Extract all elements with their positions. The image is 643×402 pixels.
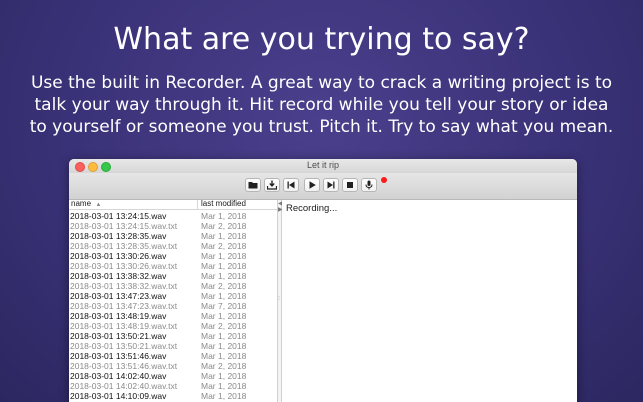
file-row[interactable]: 2018-03-01 13:38:32.wav.txt Mar 2, 2018 xyxy=(69,281,277,291)
divider-grip-icon[interactable]: ⁝ xyxy=(278,295,280,302)
promo-line-1: Use the built in Recorder. A great way t… xyxy=(30,73,613,93)
app-window: Let it rip name ▲ last modified 2018-03-… xyxy=(69,159,577,402)
promo-line-2: talk your way through it. Hit record whi… xyxy=(34,95,609,115)
file-row[interactable]: 2018-03-01 13:47:23.wav.txt Mar 7, 2018 xyxy=(69,301,277,311)
file-modified-date: Mar 2, 2018 xyxy=(201,281,247,291)
download-tray-icon xyxy=(267,180,277,190)
file-name: 2018-03-01 14:10:09.wav xyxy=(70,391,167,401)
file-modified-date: Mar 1, 2018 xyxy=(201,211,247,221)
file-name: 2018-03-01 13:50:21.wav.txt xyxy=(70,341,178,351)
file-row[interactable]: 2018-03-01 14:02:40.wav.txt Mar 1, 2018 xyxy=(69,381,277,391)
record-button[interactable] xyxy=(361,178,377,192)
file-name: 2018-03-01 13:28:35.wav.txt xyxy=(70,241,178,251)
promo-description: Use the built in Recorder. A great way t… xyxy=(20,72,623,138)
file-modified-date: Mar 1, 2018 xyxy=(201,341,247,351)
file-name: 2018-03-01 14:02:40.wav xyxy=(70,371,167,381)
file-name: 2018-03-01 13:47:23.wav.txt xyxy=(70,301,178,311)
file-row[interactable]: 2018-03-01 13:28:35.wav Mar 1, 2018 xyxy=(69,231,277,241)
file-row[interactable]: 2018-03-01 13:38:32.wav Mar 1, 2018 xyxy=(69,271,277,281)
window-title: Let it rip xyxy=(306,160,339,170)
file-row[interactable]: 2018-03-01 13:48:19.wav.txt Mar 2, 2018 xyxy=(69,321,277,331)
file-modified-date: Mar 1, 2018 xyxy=(201,271,247,281)
file-modified-date: Mar 1, 2018 xyxy=(201,251,247,261)
file-row[interactable]: 2018-03-01 13:28:35.wav.txt Mar 2, 2018 xyxy=(69,241,277,251)
file-name: 2018-03-01 13:51:46.wav.txt xyxy=(70,361,178,371)
column-header-last-modified[interactable]: last modified xyxy=(201,200,246,208)
file-modified-date: Mar 1, 2018 xyxy=(201,311,247,321)
open-folder-button[interactable] xyxy=(245,178,261,192)
file-modified-date: Mar 1, 2018 xyxy=(201,351,247,361)
file-row[interactable]: 2018-03-01 13:50:21.wav.txt Mar 1, 2018 xyxy=(69,341,277,351)
recording-indicator xyxy=(381,177,387,183)
stop-icon xyxy=(347,182,353,188)
file-name: 2018-03-01 13:30:26.wav.txt xyxy=(70,261,178,271)
file-name: 2018-03-01 13:48:19.wav.txt xyxy=(70,321,178,331)
file-modified-date: Mar 1, 2018 xyxy=(201,381,247,391)
file-row[interactable]: 2018-03-01 13:24:15.wav.txt Mar 2, 2018 xyxy=(69,221,277,231)
file-name: 2018-03-01 13:47:23.wav xyxy=(70,291,167,301)
file-name: 2018-03-01 13:48:19.wav xyxy=(70,311,167,321)
file-name: 2018-03-01 13:24:15.wav xyxy=(70,211,167,221)
file-name: 2018-03-01 13:38:32.wav.txt xyxy=(70,281,178,291)
file-list-header: name ▲ last modified xyxy=(69,200,277,210)
file-row[interactable]: 2018-03-01 13:51:46.wav.txt Mar 2, 2018 xyxy=(69,361,277,371)
file-name: 2018-03-01 13:50:21.wav xyxy=(70,331,167,341)
file-name: 2018-03-01 13:51:46.wav xyxy=(70,351,167,361)
promo-headline: What are you trying to say? xyxy=(113,22,530,57)
stop-button[interactable] xyxy=(342,178,358,192)
promo-line-3: to yourself or someone you trust. Pitch … xyxy=(29,117,614,137)
file-modified-date: Mar 7, 2018 xyxy=(201,301,247,311)
column-header-name[interactable]: name ▲ xyxy=(71,200,101,208)
file-name: 2018-03-01 13:30:26.wav xyxy=(70,251,167,261)
file-row[interactable]: 2018-03-01 13:48:19.wav Mar 1, 2018 xyxy=(69,311,277,321)
toolbar xyxy=(69,173,577,200)
skip-forward-button[interactable] xyxy=(323,178,339,192)
file-modified-date: Mar 1, 2018 xyxy=(201,231,247,241)
file-name: 2018-03-01 14:02:40.wav.txt xyxy=(70,381,178,391)
file-row[interactable]: 2018-03-01 14:10:09.wav Mar 1, 2018 xyxy=(69,391,277,401)
file-row[interactable]: 2018-03-01 13:30:26.wav.txt Mar 1, 2018 xyxy=(69,261,277,271)
sort-ascending-icon: ▲ xyxy=(95,202,102,208)
download-button[interactable] xyxy=(264,178,280,192)
file-modified-date: Mar 1, 2018 xyxy=(201,371,247,381)
play-icon xyxy=(309,181,316,189)
file-modified-date: Mar 2, 2018 xyxy=(201,361,247,371)
file-modified-date: Mar 2, 2018 xyxy=(201,221,247,231)
file-modified-date: Mar 1, 2018 xyxy=(201,391,247,401)
file-list: name ▲ last modified 2018-03-01 13:24:15… xyxy=(69,200,277,402)
file-modified-date: Mar 1, 2018 xyxy=(201,291,247,301)
file-row[interactable]: 2018-03-01 13:51:46.wav Mar 1, 2018 xyxy=(69,351,277,361)
file-row[interactable]: 2018-03-01 13:47:23.wav Mar 1, 2018 xyxy=(69,291,277,301)
skip-forward-icon xyxy=(327,181,335,189)
play-button[interactable] xyxy=(304,178,320,192)
file-name: 2018-03-01 13:38:32.wav xyxy=(70,271,167,281)
file-list-rows: 2018-03-01 13:24:15.wav Mar 1, 2018 2018-0… xyxy=(69,211,277,401)
file-name: 2018-03-01 13:24:15.wav.txt xyxy=(70,221,178,231)
folder-icon xyxy=(248,182,258,189)
file-modified-date: Mar 2, 2018 xyxy=(201,321,247,331)
microphone-icon xyxy=(365,180,373,190)
file-row[interactable]: 2018-03-01 14:02:40.wav Mar 1, 2018 xyxy=(69,371,277,381)
file-modified-date: Mar 1, 2018 xyxy=(201,261,247,271)
editor-text[interactable]: Recording... xyxy=(286,203,337,214)
transcript-editor[interactable]: Recording... xyxy=(282,200,577,402)
skip-back-icon xyxy=(287,181,295,189)
file-row[interactable]: 2018-03-01 13:24:15.wav Mar 1, 2018 xyxy=(69,211,277,221)
file-row[interactable]: 2018-03-01 13:50:21.wav Mar 1, 2018 xyxy=(69,331,277,341)
file-modified-date: Mar 2, 2018 xyxy=(201,241,247,251)
skip-back-button[interactable] xyxy=(283,178,299,192)
file-row[interactable]: 2018-03-01 13:30:26.wav Mar 1, 2018 xyxy=(69,251,277,261)
file-name: 2018-03-01 13:28:35.wav xyxy=(70,231,167,241)
title-bar[interactable]: Let it rip xyxy=(69,159,577,173)
file-modified-date: Mar 1, 2018 xyxy=(201,331,247,341)
